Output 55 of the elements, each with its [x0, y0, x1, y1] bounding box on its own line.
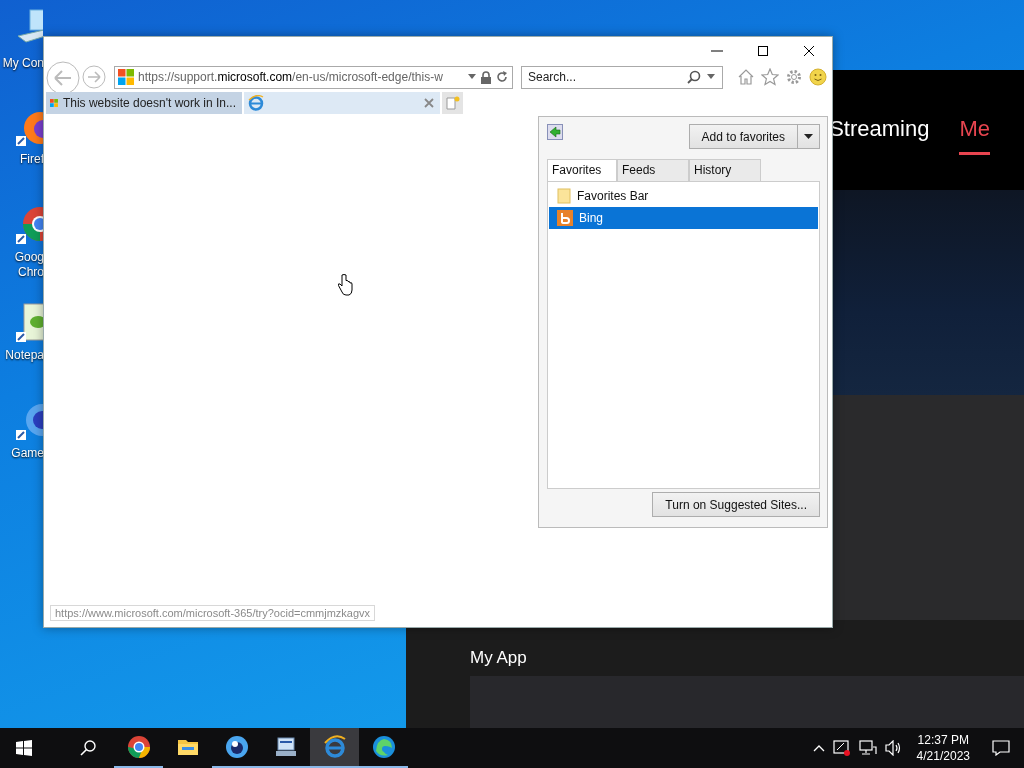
network-icon[interactable]: [858, 740, 877, 756]
refresh-icon[interactable]: [496, 71, 508, 83]
app-icon: [224, 735, 249, 759]
favorite-item[interactable]: Favorites Bar: [549, 184, 818, 207]
clock[interactable]: 12:37 PM 4/21/2023: [916, 732, 970, 764]
maximize-icon[interactable]: [756, 43, 770, 58]
browser-tab[interactable]: [244, 92, 440, 114]
status-url: https://www.microsoft.com/microsoft-365/try?ocid=cmmjmzkagvx: [50, 605, 376, 621]
desktop-icon-label: Game: [10, 446, 44, 461]
pin-icon[interactable]: [547, 124, 563, 140]
panel-tab[interactable]: Favorites: [547, 159, 617, 181]
browser-logo-icon: [248, 95, 264, 111]
edge-icon: [371, 735, 396, 759]
nav-tab[interactable]: Me: [959, 105, 990, 155]
add-to-favorites-button[interactable]: Add to favorites: [688, 124, 798, 149]
search-icon[interactable]: [80, 740, 96, 756]
settings-icon[interactable]: [785, 68, 803, 86]
new-tab-icon: [445, 96, 460, 110]
home-icon[interactable]: [737, 68, 755, 86]
monitor-alert-icon[interactable]: [832, 740, 851, 756]
close-tab-icon[interactable]: [424, 98, 434, 108]
volume-icon[interactable]: [884, 740, 903, 756]
site-icon: [557, 209, 573, 226]
dropdown-icon[interactable]: [707, 74, 715, 80]
smiley-icon[interactable]: [809, 68, 827, 86]
notifications-icon[interactable]: [992, 740, 1010, 756]
panel-tab[interactable]: Feeds: [617, 159, 689, 181]
star-icon[interactable]: [761, 68, 779, 86]
section-title: My App: [470, 648, 528, 668]
panel-tab[interactable]: History: [689, 159, 761, 181]
search-icon[interactable]: [687, 70, 701, 84]
caret-icon: [804, 133, 813, 140]
desktop-icon-label: My Con: [1, 56, 44, 71]
lock-icon: [480, 70, 492, 84]
desktop-icon-label: Goog Chro: [13, 250, 44, 280]
desktop-icon-label: Notepa: [4, 348, 44, 363]
hand-cursor-icon: [337, 274, 353, 296]
dropdown-button[interactable]: [798, 124, 820, 149]
browser-tab[interactable]: This website doesn't work in In...: [46, 92, 242, 114]
close-icon[interactable]: [802, 43, 816, 58]
favorite-item[interactable]: Bing: [549, 206, 818, 229]
start-icon[interactable]: [16, 740, 32, 756]
chrome-icon: [126, 735, 151, 759]
search-field[interactable]: Search...: [521, 65, 723, 89]
suggested-sites-button[interactable]: Turn on Suggested Sites...: [652, 492, 820, 517]
desktop-icon-label: Firef: [19, 152, 44, 167]
browser-taskbar-button[interactable]: [310, 728, 359, 768]
computer-icon: [273, 735, 298, 759]
browser-icon: [322, 735, 347, 759]
folder-icon: [557, 187, 571, 204]
nav-tab[interactable]: Streaming: [829, 105, 930, 155]
address-field[interactable]: https://support.microsoft.com/en-us/microsoft-edge/this-w: [114, 65, 513, 89]
dropdown-icon[interactable]: [468, 74, 476, 80]
chevron-up-icon[interactable]: [812, 744, 825, 752]
site-logo-icon: [118, 69, 134, 85]
